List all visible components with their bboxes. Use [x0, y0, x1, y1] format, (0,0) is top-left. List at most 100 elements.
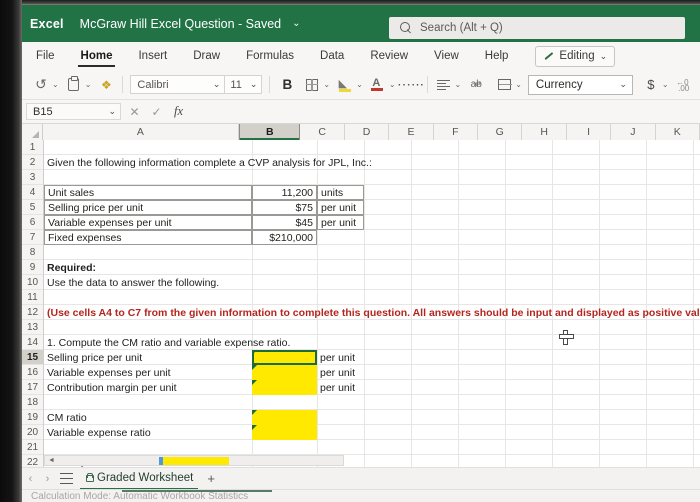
- row-header-19[interactable]: 19: [22, 410, 43, 425]
- cell-C6[interactable]: per unit: [317, 215, 364, 230]
- active-cell-B15[interactable]: [252, 350, 317, 365]
- add-sheet-icon[interactable]: +: [207, 471, 215, 486]
- column-header-h[interactable]: H: [522, 124, 567, 140]
- tab-draw[interactable]: Draw: [191, 42, 222, 70]
- font-size-select[interactable]: 11 ⌄: [224, 75, 263, 94]
- row-header-11[interactable]: 11: [22, 290, 43, 305]
- cell-A14[interactable]: 1. Compute the CM ratio and variable exp…: [44, 335, 293, 350]
- row-header-15[interactable]: 15: [22, 350, 43, 365]
- select-all-corner[interactable]: [22, 124, 43, 140]
- cell-B7[interactable]: $210,000: [252, 230, 317, 245]
- merge-cells-icon[interactable]: [495, 75, 513, 95]
- cell-A2[interactable]: Given the following information complete…: [44, 155, 375, 170]
- row-header-22[interactable]: 22: [22, 455, 43, 468]
- column-header-e[interactable]: E: [389, 124, 434, 140]
- cell-A10[interactable]: Use the data to answer the following.: [44, 275, 222, 290]
- cell-A16[interactable]: Variable expenses per unit: [44, 365, 174, 380]
- row-header-6[interactable]: 6: [22, 215, 43, 230]
- column-header-g[interactable]: G: [478, 124, 523, 140]
- search-box[interactable]: Search (Alt + Q): [389, 17, 685, 39]
- next-sheet-icon[interactable]: ›: [39, 473, 56, 485]
- row-header-10[interactable]: 10: [22, 275, 43, 290]
- column-header-a[interactable]: A: [42, 124, 240, 140]
- row-header-2[interactable]: 2: [22, 155, 43, 170]
- decrease-decimal-icon[interactable]: [675, 75, 693, 95]
- input-cell-B17[interactable]: [252, 380, 317, 395]
- cell-C17[interactable]: per unit: [317, 380, 358, 395]
- cell-A19[interactable]: CM ratio: [44, 410, 90, 425]
- cell-A5[interactable]: Selling price per unit: [44, 200, 252, 215]
- row-header-12[interactable]: 12: [22, 305, 43, 320]
- number-format-select[interactable]: Currency ⌄: [527, 74, 633, 95]
- row-header-18[interactable]: 18: [22, 395, 43, 410]
- horizontal-scrollbar[interactable]: ◄: [44, 455, 344, 466]
- undo-chevron-down-icon[interactable]: ⌄: [52, 80, 59, 89]
- fill-color-icon[interactable]: [336, 75, 354, 95]
- input-cell-B19[interactable]: [252, 410, 317, 425]
- cell-C4[interactable]: units: [317, 185, 364, 200]
- tab-insert[interactable]: Insert: [136, 42, 169, 70]
- input-cell-B20[interactable]: [252, 425, 317, 440]
- row-header-9[interactable]: 9: [22, 260, 43, 275]
- font-name-select[interactable]: Calibri ⌄: [130, 75, 226, 94]
- tab-file[interactable]: File: [34, 42, 57, 70]
- previous-sheet-icon[interactable]: ‹: [22, 473, 39, 485]
- cell-A7[interactable]: Fixed expenses: [44, 230, 252, 245]
- cell-B6[interactable]: $45: [252, 215, 317, 230]
- tab-home[interactable]: Home: [77, 42, 116, 70]
- name-box[interactable]: B15 ⌄: [26, 103, 121, 120]
- row-header-7[interactable]: 7: [22, 230, 43, 245]
- sheet-tab-graded-worksheet[interactable]: Graded Worksheet: [80, 468, 199, 490]
- align-icon[interactable]: [435, 75, 453, 95]
- column-header-k[interactable]: K: [655, 124, 700, 140]
- row-header-4[interactable]: 4: [22, 185, 43, 200]
- cell-B4[interactable]: 11,200: [252, 185, 317, 200]
- enter-formula-icon[interactable]: ✓: [148, 105, 165, 119]
- cell-A15[interactable]: Selling price per unit: [44, 350, 145, 365]
- wrap-text-icon[interactable]: [467, 75, 485, 95]
- more-font-options-icon[interactable]: ⋯: [402, 75, 424, 95]
- font-color-chevron-down-icon[interactable]: ⌄: [389, 80, 396, 89]
- column-header-j[interactable]: J: [611, 124, 656, 140]
- borders-chevron-down-icon[interactable]: ⌄: [323, 80, 330, 89]
- row-header-1[interactable]: 1: [22, 140, 43, 155]
- row-header-16[interactable]: 16: [22, 365, 43, 380]
- tab-review[interactable]: Review: [368, 42, 410, 70]
- borders-icon[interactable]: [303, 75, 321, 95]
- formula-input[interactable]: [194, 102, 700, 122]
- row-header-14[interactable]: 14: [22, 335, 43, 350]
- paste-chevron-down-icon[interactable]: ⌄: [85, 80, 92, 89]
- currency-format-icon[interactable]: [642, 75, 660, 95]
- row-header-3[interactable]: 3: [22, 170, 43, 185]
- row-header-8[interactable]: 8: [22, 245, 43, 260]
- cell-A20[interactable]: Variable expense ratio: [44, 425, 154, 440]
- format-painter-icon[interactable]: [97, 75, 115, 95]
- tab-view[interactable]: View: [432, 42, 461, 70]
- paste-icon[interactable]: [65, 75, 83, 95]
- cell-A12[interactable]: (Use cells A4 to C7 from the given infor…: [44, 305, 700, 320]
- bold-button[interactable]: B: [277, 77, 297, 92]
- cell-C15[interactable]: per unit: [317, 350, 358, 365]
- editing-mode-button[interactable]: Editing ⌄: [535, 45, 616, 67]
- title-chevron-down-icon[interactable]: ⌄: [292, 18, 300, 29]
- row-header-5[interactable]: 5: [22, 200, 43, 215]
- merge-chevron-down-icon[interactable]: ⌄: [515, 80, 522, 89]
- column-header-d[interactable]: D: [344, 124, 390, 140]
- fill-color-chevron-down-icon[interactable]: ⌄: [356, 80, 363, 89]
- currency-chevron-down-icon[interactable]: ⌄: [662, 80, 669, 89]
- font-color-icon[interactable]: [369, 75, 387, 95]
- row-header-21[interactable]: 21: [22, 440, 43, 455]
- tab-data[interactable]: Data: [318, 42, 346, 70]
- undo-icon[interactable]: [32, 75, 50, 95]
- row-header-20[interactable]: 20: [22, 425, 43, 440]
- cell-C5[interactable]: per unit: [317, 200, 364, 215]
- row-header-13[interactable]: 13: [22, 320, 43, 335]
- cell-A9[interactable]: Required:: [44, 260, 99, 275]
- cell-A6[interactable]: Variable expenses per unit: [44, 215, 252, 230]
- cell-A4[interactable]: Unit sales: [44, 185, 252, 200]
- column-header-f[interactable]: F: [433, 124, 479, 140]
- row-header-17[interactable]: 17: [22, 380, 43, 395]
- scroll-left-icon[interactable]: ◄: [48, 457, 55, 464]
- input-cell-B16[interactable]: [252, 365, 317, 380]
- align-chevron-down-icon[interactable]: ⌄: [455, 80, 462, 89]
